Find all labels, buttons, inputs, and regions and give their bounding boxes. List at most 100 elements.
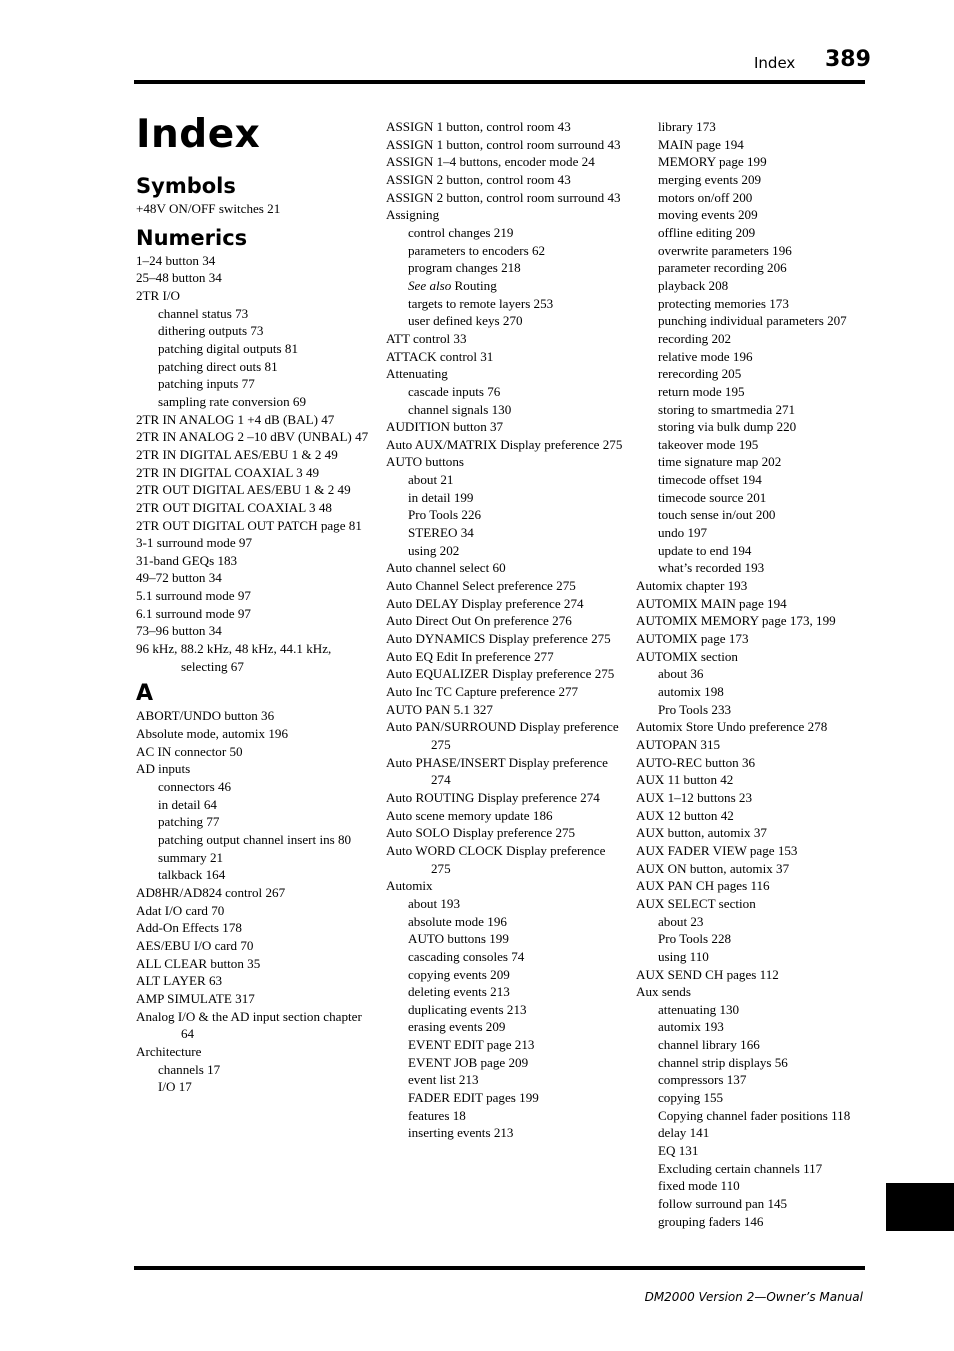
index-subentry: return mode 195	[658, 383, 745, 399]
index-subentry: summary 21	[158, 849, 224, 865]
index-subentry: takeover mode 195	[658, 436, 759, 452]
index-entry: Auto SOLO Display preference 275	[386, 825, 576, 841]
index-subentry: channel strip displays 56	[658, 1054, 788, 1070]
index-entry: Adat I/O card 70	[136, 902, 225, 918]
index-entry: 49–72 button 34	[136, 570, 222, 586]
index-subentry: storing to smartmedia 271	[658, 401, 796, 417]
index-entry: AUX 12 button 42	[636, 807, 734, 823]
index-subentry: timecode offset 194	[658, 472, 762, 488]
index-entry: Auto Inc TC Capture preference 277	[386, 684, 579, 699]
index-subentry: protecting memories 173	[658, 295, 789, 311]
index-entry: AUX 11 button 42	[636, 772, 734, 788]
index-subentry: about 193	[408, 895, 461, 911]
index-column-2: ASSIGN 1 button, control room 43 ASSIGN 1…	[386, 118, 626, 1142]
index-subentry: connectors 46	[158, 779, 232, 795]
section-heading: Symbols	[136, 174, 236, 198]
index-entry: ALT LAYER 63	[136, 973, 223, 989]
index-subentry: storing via bulk dump 220	[658, 419, 797, 435]
index-entry: AES/EBU I/O card 70	[136, 937, 254, 953]
index-entry: AUTO-REC button 36	[636, 754, 756, 770]
index-subentry: motors on/off 200	[658, 189, 753, 205]
index-subentry: EVENT JOB page 209	[408, 1054, 529, 1070]
index-subentry: patching direct outs 81	[158, 358, 278, 374]
header-page-number: 389	[825, 47, 871, 72]
index-subentry: duplicating events 213	[408, 1001, 527, 1017]
index-entry: 25–48 button 34	[136, 270, 222, 286]
index-subentry: FADER EDIT pages 199	[408, 1090, 539, 1106]
index-entry: Analog I/O & the AD input section chapte…	[136, 1008, 362, 1042]
index-entry: 2TR OUT DIGITAL AES/EBU 1 & 2 49	[136, 482, 351, 498]
index-entry: Auto DELAY Display preference 274	[386, 595, 584, 611]
index-entry: AUTOMIX page 173	[636, 631, 749, 647]
index-subentry: Excluding certain channels 117	[658, 1160, 823, 1176]
index-subentry: what’s recorded 193	[658, 560, 765, 576]
index-entry: ALL CLEAR button 35	[136, 955, 261, 971]
index-entry: AUTOMIX section	[636, 648, 738, 664]
page-title: Index	[136, 112, 261, 157]
index-subentry: about 36	[658, 666, 704, 682]
header-rule	[134, 80, 865, 84]
index-subentry: AUTO buttons 199	[408, 931, 509, 947]
index-entry: Auto EQUALIZER Display preference 275	[386, 666, 615, 682]
footer-manual-title: DM2000 Version 2—Owner’s Manual	[644, 1290, 863, 1304]
index-subentry: absolute mode 196	[408, 913, 507, 929]
index-entry: AUX 1–12 buttons 23	[636, 789, 753, 805]
index-subentry: control changes 219	[408, 224, 514, 240]
index-column-body: library 173 MAIN page 194 MEMORY page 199 m…	[636, 118, 876, 1230]
index-subentry: overwrite parameters 196	[658, 242, 792, 258]
index-subentry: automix 198	[658, 684, 724, 699]
index-subentry: grouping faders 146	[658, 1213, 764, 1229]
index-subentry: using 202	[408, 542, 460, 558]
index-subentry: channel status 73	[158, 305, 249, 321]
index-entry: AC IN connector 50	[136, 743, 243, 759]
index-subentry: erasing events 209	[408, 1019, 506, 1035]
index-subentry: rerecording 205	[658, 366, 742, 382]
index-entry: 1–24 button 34	[136, 252, 216, 268]
index-entry: AUX FADER VIEW page 153	[636, 842, 798, 858]
index-subentry: moving events 209	[658, 207, 758, 223]
index-subentry: follow surround pan 145	[658, 1196, 788, 1212]
index-entry: 2TR IN ANALOG 2 –10 dBV (UNBAL) 47	[136, 429, 369, 445]
index-subentry: relative mode 196	[658, 348, 753, 364]
index-entry: AUX SEND CH pages 112	[636, 966, 779, 982]
index-subentry: features 18	[408, 1107, 466, 1123]
index-entry: Auto channel select 60	[386, 560, 506, 576]
index-subentry: deleting events 213	[408, 984, 510, 1000]
index-entry: Automix Store Undo preference 278	[636, 719, 828, 735]
index-entry: Auto AUX/MATRIX Display preference 275	[386, 436, 623, 452]
index-entry: Auto PAN/SURROUND Display preference 275	[386, 719, 619, 752]
index-entry: 2TR IN ANALOG 1 +4 dB (BAL) 47	[136, 411, 335, 427]
index-entry: ASSIGN 1 button, control room 43	[386, 119, 571, 134]
index-entry: Auto PHASE/INSERT Display preference 274	[386, 754, 608, 788]
letter-heading: A	[136, 681, 154, 707]
index-entry: 5.1 surround mode 97	[136, 588, 251, 604]
index-entry: +48V ON/OFF switches 21	[136, 201, 281, 216]
index-entry: AUTOMIX MAIN page 194	[636, 595, 787, 611]
index-subentry: cascading consoles 74	[408, 948, 525, 964]
index-subentry: targets to remote layers 253	[408, 295, 554, 311]
index-subentry: undo 197	[658, 525, 708, 541]
index-subentry: playback 208	[658, 277, 729, 293]
index-subentry: program changes 218	[408, 260, 521, 276]
thumb-index-tab	[886, 1183, 954, 1231]
index-entry: 2TR IN DIGITAL COAXIAL 3 49	[136, 464, 320, 480]
index-entry: Absolute mode, automix 196	[136, 726, 289, 742]
index-subentry: MAIN page 194	[658, 136, 744, 152]
cross-reference-target: Routing	[451, 277, 497, 293]
index-subentry: patching output channel insert ins 80	[158, 832, 352, 847]
index-entry: Architecture	[136, 1043, 202, 1059]
index-subentry: delay 141	[658, 1125, 710, 1141]
index-entry: AUX SELECT section	[636, 895, 756, 911]
index-subentry: Pro Tools 228	[658, 931, 732, 947]
index-entry: Auto WORD CLOCK Display preference 275	[386, 842, 606, 876]
index-entry: Attenuating	[386, 366, 448, 382]
index-subentry: Copying channel fader positions 118	[658, 1107, 851, 1123]
index-entry: AUX button, automix 37	[636, 825, 767, 841]
index-entry: Add-On Effects 178	[136, 920, 242, 936]
index-entry: Automix	[386, 878, 433, 894]
index-subentry: punching individual parameters 207	[658, 313, 847, 329]
index-subentry: update to end 194	[658, 542, 752, 558]
index-subentry: See also Routing	[386, 277, 626, 295]
index-subentry: library 173	[658, 119, 716, 134]
index-entry: Auto Channel Select preference 275	[386, 578, 576, 594]
